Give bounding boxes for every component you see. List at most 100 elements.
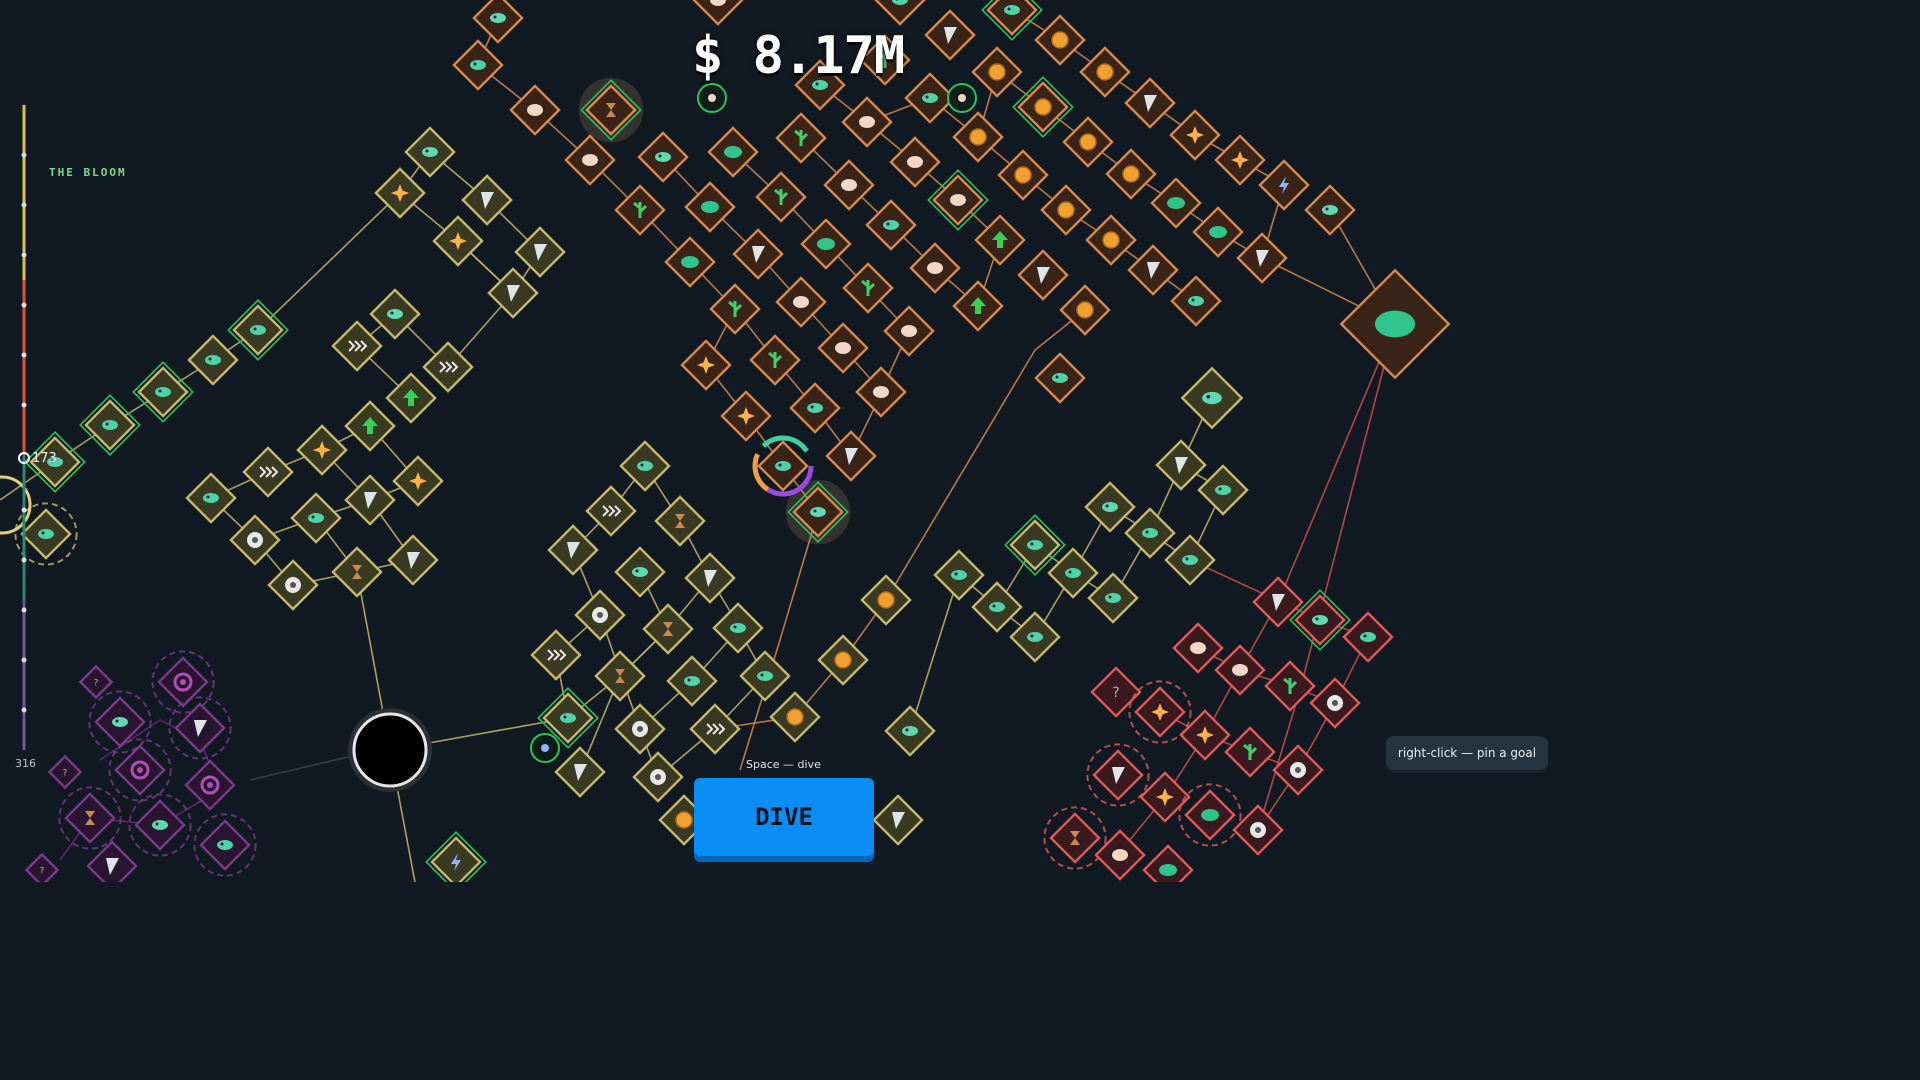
jelly-bubble[interactable]	[697, 83, 727, 113]
fang-node[interactable]	[1124, 77, 1176, 129]
star-node[interactable]	[720, 390, 772, 442]
fish-node[interactable]	[712, 602, 764, 654]
fish-node[interactable]	[1087, 572, 1139, 624]
fang-node[interactable]	[554, 746, 606, 798]
jelly-node[interactable]	[889, 136, 941, 188]
q-node[interactable]: ?	[47, 754, 83, 790]
jelly-node[interactable]	[817, 322, 869, 374]
fish-node[interactable]	[452, 39, 504, 91]
fish-node[interactable]	[981, 0, 1043, 41]
hour-node[interactable]	[331, 546, 383, 598]
shell-node[interactable]	[472, 0, 524, 44]
fang-node[interactable]	[825, 430, 877, 482]
fish-node[interactable]	[971, 581, 1023, 633]
fang-node[interactable]	[387, 534, 439, 586]
shell-node[interactable]	[1084, 481, 1136, 533]
fish-node[interactable]	[933, 549, 985, 601]
coin-node[interactable]	[1079, 46, 1131, 98]
turtle-node[interactable]	[1192, 206, 1244, 258]
turtle-node[interactable]	[1142, 844, 1194, 882]
gear-node[interactable]	[632, 751, 684, 803]
bolt-node[interactable]	[425, 831, 487, 882]
shell-node[interactable]	[614, 546, 666, 598]
fang-node[interactable]	[684, 552, 736, 604]
black-hole-portal[interactable]	[348, 708, 432, 792]
fish-node[interactable]	[79, 394, 141, 456]
coin-node[interactable]	[1085, 214, 1137, 266]
coin-node[interactable]	[1105, 148, 1157, 200]
jelly-node[interactable]	[1214, 644, 1266, 696]
spiral-node[interactable]	[184, 759, 236, 811]
hour-node[interactable]	[578, 77, 644, 143]
fish-node[interactable]	[193, 813, 257, 877]
q-node[interactable]: ?	[24, 852, 60, 882]
fish-node[interactable]	[1170, 275, 1222, 327]
jelly-node[interactable]	[855, 366, 907, 418]
shell-node[interactable]	[128, 793, 192, 857]
fish-node[interactable]	[132, 361, 194, 423]
coin-node[interactable]	[997, 149, 1049, 201]
turtle-node[interactable]	[1150, 177, 1202, 229]
arrow-node[interactable]	[952, 280, 1004, 332]
fish-node[interactable]	[666, 655, 718, 707]
hour-node[interactable]	[654, 495, 706, 547]
fish-node[interactable]	[904, 72, 956, 124]
gear-node[interactable]	[614, 703, 666, 755]
jelly-node[interactable]	[1172, 622, 1224, 674]
hour-node[interactable]	[1043, 806, 1107, 870]
arrow-node[interactable]	[344, 400, 396, 452]
gear-node[interactable]	[267, 559, 319, 611]
coin-node[interactable]	[817, 634, 869, 686]
q-node[interactable]: ?	[78, 664, 114, 700]
fish-node[interactable]	[290, 492, 342, 544]
coin-node[interactable]	[1059, 284, 1111, 336]
fish-node[interactable]	[187, 334, 239, 386]
bolt-node[interactable]	[1258, 159, 1310, 211]
gear-node[interactable]	[574, 589, 626, 641]
star-node[interactable]	[1169, 109, 1221, 161]
hour-node[interactable]	[58, 786, 122, 850]
star-node[interactable]	[1214, 134, 1266, 186]
fang-node[interactable]	[168, 696, 232, 760]
star-node[interactable]	[392, 455, 444, 507]
jelly-node[interactable]	[1094, 829, 1146, 881]
coin-node[interactable]	[1034, 14, 1086, 66]
fish-node[interactable]	[619, 440, 671, 492]
coin-node[interactable]	[769, 691, 821, 743]
fish-node[interactable]	[1342, 611, 1394, 663]
bolt-bubble[interactable]	[530, 733, 560, 763]
fang-node[interactable]	[1236, 232, 1288, 284]
spiral-node[interactable]	[108, 738, 172, 802]
fish-node[interactable]	[874, 0, 926, 26]
shell-node[interactable]	[1180, 366, 1244, 430]
plant-node[interactable]	[1264, 660, 1316, 712]
fish-node[interactable]	[1034, 352, 1086, 404]
coin-node[interactable]	[860, 574, 912, 626]
coin-node[interactable]	[971, 46, 1023, 98]
coin-node[interactable]	[1012, 76, 1074, 138]
shell-node[interactable]	[404, 126, 456, 178]
fish-node[interactable]	[1009, 611, 1061, 663]
star-node[interactable]	[1179, 709, 1231, 761]
shell-node[interactable]	[884, 705, 936, 757]
jelly-bubble[interactable]	[947, 83, 977, 113]
chev-node[interactable]	[530, 629, 582, 681]
fang-node[interactable]	[872, 794, 924, 846]
shell-node[interactable]	[88, 690, 152, 754]
fish-node[interactable]	[1164, 534, 1216, 586]
fish-node[interactable]	[757, 440, 809, 492]
plant-node[interactable]	[749, 334, 801, 386]
coin-node[interactable]	[952, 111, 1004, 163]
fish-node[interactable]	[1197, 464, 1249, 516]
jelly-node[interactable]	[775, 276, 827, 328]
plant-node[interactable]	[1224, 726, 1276, 778]
fang-node[interactable]	[1155, 439, 1207, 491]
fish-node[interactable]	[1047, 547, 1099, 599]
fish-node[interactable]	[789, 382, 841, 434]
fang-node[interactable]	[1127, 244, 1179, 296]
jelly-node[interactable]	[509, 84, 561, 136]
gear-node[interactable]	[1309, 677, 1361, 729]
turtle-node[interactable]	[1178, 783, 1242, 847]
jelly-node[interactable]	[841, 96, 893, 148]
jelly-node[interactable]	[692, 0, 744, 26]
